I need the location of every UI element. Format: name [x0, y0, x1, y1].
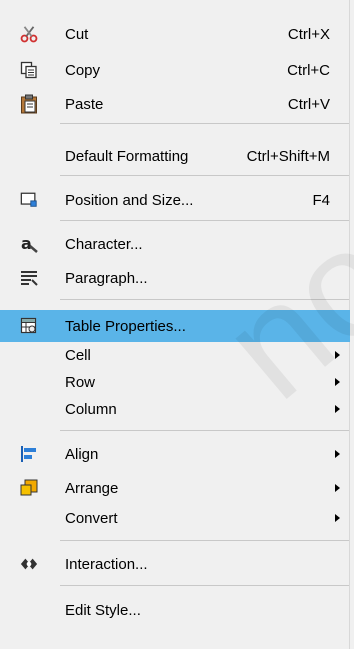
interaction-icon — [20, 555, 38, 573]
svg-text:a: a — [21, 235, 32, 253]
menu-item-label: Copy — [65, 61, 101, 79]
menu-item-shortcut: Ctrl+V — [287, 95, 330, 113]
menu-item-shortcut: Ctrl+C — [287, 61, 330, 79]
menu-item-cut[interactable]: Cut Ctrl+X — [0, 18, 350, 50]
submenu-arrow-icon — [335, 450, 340, 458]
menu-item-position-size[interactable]: Position and Size... F4 — [0, 184, 350, 216]
menu-item-label: Position and Size... — [65, 191, 194, 209]
menu-item-table-properties[interactable]: Table Properties... — [0, 310, 350, 342]
menu-item-label: Cell — [65, 346, 91, 364]
menu-item-shortcut: Ctrl+X — [287, 25, 330, 43]
submenu-arrow-icon — [335, 405, 340, 413]
menu-item-paragraph[interactable]: Paragraph... — [0, 262, 350, 294]
menu-item-label: Table Properties... — [65, 317, 186, 335]
arrange-icon — [20, 479, 38, 497]
menu-item-label: Arrange — [65, 479, 119, 497]
menu-separator — [60, 123, 349, 124]
menu-item-column[interactable]: Column — [0, 393, 350, 425]
submenu-arrow-icon — [335, 514, 340, 522]
submenu-arrow-icon — [335, 484, 340, 492]
menu-separator — [60, 299, 349, 300]
menu-item-label: Convert — [65, 509, 118, 527]
paste-icon — [20, 94, 38, 114]
menu-item-label: Edit Style... — [65, 601, 141, 619]
menu-item-label: Paragraph... — [65, 269, 148, 287]
menu-separator — [60, 430, 349, 431]
paragraph-icon — [20, 269, 38, 287]
menu-item-default-formatting[interactable]: Default Formatting Ctrl+Shift+M — [0, 140, 350, 172]
menu-separator — [60, 220, 349, 221]
menu-item-label: Paste — [65, 95, 104, 113]
menu-item-label: Cut — [65, 25, 89, 43]
menu-item-label: Column — [65, 400, 117, 418]
menu-item-arrange[interactable]: Arrange — [0, 472, 350, 504]
menu-separator — [60, 540, 349, 541]
menu-item-label: Character... — [65, 235, 143, 253]
menu-item-label: Default Formatting — [65, 147, 189, 165]
position-size-icon — [20, 191, 38, 209]
menu-item-label: Align — [65, 445, 99, 463]
submenu-arrow-icon — [335, 351, 340, 359]
menu-item-paste[interactable]: Paste Ctrl+V — [0, 88, 350, 120]
menu-separator — [60, 175, 349, 176]
table-properties-icon — [20, 317, 38, 335]
copy-icon — [20, 61, 38, 79]
character-icon: a — [20, 235, 38, 253]
menu-item-convert[interactable]: Convert — [0, 502, 350, 534]
menu-item-shortcut: F4 — [312, 191, 330, 209]
menu-item-shortcut: Ctrl+Shift+M — [246, 147, 330, 165]
menu-item-label: Row — [65, 373, 96, 391]
menu-item-label: Interaction... — [65, 555, 148, 573]
align-icon — [20, 445, 38, 463]
menu-item-align[interactable]: Align — [0, 438, 350, 470]
submenu-arrow-icon — [335, 378, 340, 386]
menu-separator — [60, 585, 349, 586]
menu-item-copy[interactable]: Copy Ctrl+C — [0, 54, 350, 86]
menu-item-interaction[interactable]: Interaction... — [0, 548, 350, 580]
scissors-icon — [20, 25, 38, 43]
menu-item-character[interactable]: a Character... — [0, 228, 350, 260]
context-menu: Cut Ctrl+X Copy Ctrl+C Paste Ctrl+V Defa… — [0, 0, 350, 649]
menu-item-edit-style[interactable]: Edit Style... — [0, 594, 350, 626]
